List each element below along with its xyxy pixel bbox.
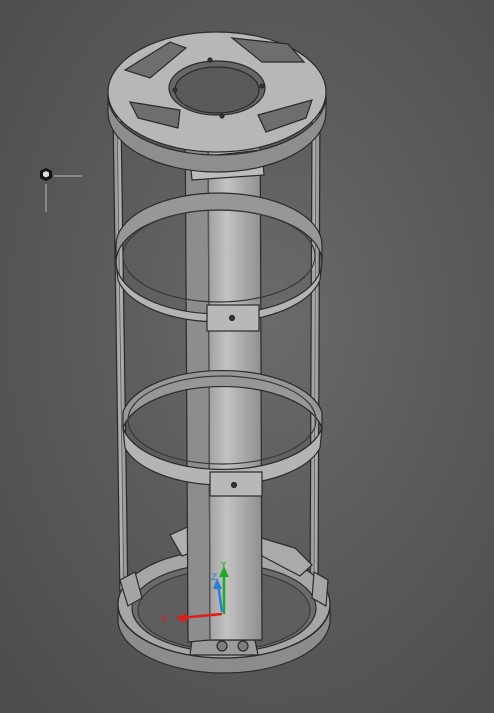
model-render[interactable]: X Y Z	[0, 0, 494, 713]
axis-label-z: Z	[211, 573, 217, 583]
frame-rod-left	[112, 114, 129, 601]
axis-label-x: X	[161, 615, 167, 625]
view-cube-icon[interactable]	[30, 160, 90, 220]
frame-rod-right	[309, 104, 321, 601]
top-plate	[107, 31, 327, 173]
3d-viewport[interactable]: X Y Z	[0, 0, 494, 713]
axis-label-y: Y	[220, 561, 227, 571]
